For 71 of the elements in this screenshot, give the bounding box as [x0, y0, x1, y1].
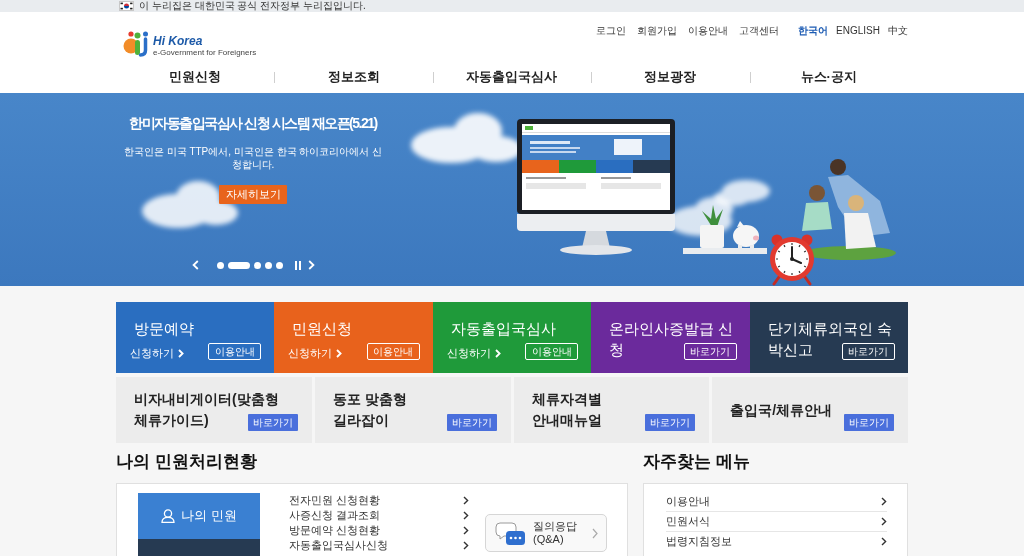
language-link[interactable]: ENGLISH — [836, 25, 880, 37]
utility-link[interactable]: 로그인 — [596, 25, 627, 37]
plant-drawing — [700, 205, 724, 248]
pause-icon[interactable] — [294, 260, 301, 270]
chevron-right-icon — [881, 497, 887, 506]
tile-button[interactable]: 이용안내 — [525, 343, 579, 360]
apply-link[interactable]: 신청하기 — [130, 346, 184, 360]
tile-title: 길라잡이 — [332, 411, 389, 430]
utility-link[interactable]: 고객센터 — [739, 25, 780, 37]
nav-item[interactable]: 자동출입국심사 — [466, 68, 558, 85]
language-link[interactable]: 한국어 — [798, 25, 829, 37]
tile-title: 방문예약 — [134, 319, 194, 339]
menu-link[interactable]: 이용안내 — [666, 492, 887, 512]
slide-dot[interactable] — [275, 261, 283, 269]
chevron-right-icon — [881, 517, 887, 526]
tile-title: 자동출입국심사 — [450, 319, 556, 339]
chevron-right-icon — [336, 348, 343, 358]
status-link[interactable]: 전자민원 신청현황 — [289, 493, 469, 508]
tile-title: 동포 맞춤형 — [332, 390, 407, 409]
slide-dot[interactable] — [253, 261, 261, 269]
slide-dot[interactable] — [264, 261, 272, 269]
logo-name: Hi Korea — [153, 35, 203, 48]
tile-title: 단기체류외국인 숙 — [767, 319, 892, 339]
chevron-left-icon[interactable] — [191, 260, 199, 270]
chevron-right-icon — [178, 348, 184, 358]
tile-button[interactable]: 바로가기 — [842, 343, 895, 360]
chevron-right-icon — [881, 537, 887, 546]
tile-button[interactable]: 바로가기 — [683, 343, 737, 360]
tile-button[interactable]: 바로가기 — [844, 414, 894, 431]
status-link[interactable]: 방문예약 신청현황 — [289, 523, 469, 538]
status-link[interactable]: 사증신청 결과조회 — [289, 508, 469, 523]
qna-link[interactable]: 질의응답 (Q&A) — [485, 514, 607, 552]
menu-link[interactable]: 민원서식 — [666, 512, 887, 532]
nav-item[interactable]: 뉴스·공지 — [800, 68, 857, 85]
tile-title: 체류가이드) — [134, 411, 209, 430]
slide-dot[interactable] — [216, 261, 224, 269]
utility-link[interactable]: 이용안내 — [688, 25, 729, 37]
tile-button[interactable]: 바로가기 — [247, 414, 298, 431]
user-icon — [161, 509, 176, 523]
section-heading: 자주찾는 메뉴 — [643, 451, 750, 473]
apply-link[interactable]: 신청하기 — [446, 346, 501, 360]
language-link[interactable]: 中文 — [888, 25, 908, 37]
logo-icon[interactable] — [123, 30, 151, 57]
section-heading: 나의 민원처리현황 — [116, 451, 257, 473]
menu-link[interactable]: 법령지침정보 — [666, 532, 887, 551]
hero-title: 한미자동출입국심사 신청 시스템 재오픈(5.21) — [129, 114, 377, 133]
chevron-right-icon — [494, 348, 501, 358]
chevron-right-icon — [592, 527, 598, 539]
tile-title: 체류자격별 — [531, 390, 602, 409]
tile-button[interactable]: 바로가기 — [446, 414, 497, 431]
nav-item[interactable]: 민원신청 — [169, 68, 222, 85]
piggy-bank-drawing — [733, 221, 759, 248]
my-applications-button[interactable]: 나의 민원 — [138, 493, 260, 539]
tile-title: 온라인사증발급 신 — [609, 319, 734, 339]
hero-text: 한국인은 미국 TTP에서, 미국인은 한국 하이코리아에서 신청합니다. — [122, 145, 384, 171]
chevron-right-icon[interactable] — [307, 260, 315, 270]
nav-item[interactable]: 정보광장 — [644, 68, 697, 85]
tile-title: 안내매뉴얼 — [531, 411, 602, 430]
tile-title: 비자내비게이터(맞춤형 — [134, 390, 279, 409]
tile-title: 민원신청 — [292, 319, 353, 339]
status-link[interactable]: 자동출입국심사신청 — [289, 538, 469, 553]
nav-item[interactable]: 정보조회 — [327, 68, 380, 85]
chat-bubbles-icon — [495, 521, 525, 545]
tile-title: 출입국/체류안내 — [730, 400, 833, 420]
logo-tagline: e-Government for Foreigners — [153, 48, 257, 57]
tile-button[interactable]: 이용안내 — [208, 343, 262, 360]
tile-title: 청 — [609, 340, 625, 360]
tile-button[interactable]: 바로가기 — [645, 414, 696, 431]
gov-notice-text: 이 누리집은 대한민국 공식 전자정부 누리집입니다. — [139, 0, 366, 12]
utility-link[interactable]: 회원가입 — [637, 25, 678, 37]
tile-title: 박신고 — [767, 340, 813, 360]
